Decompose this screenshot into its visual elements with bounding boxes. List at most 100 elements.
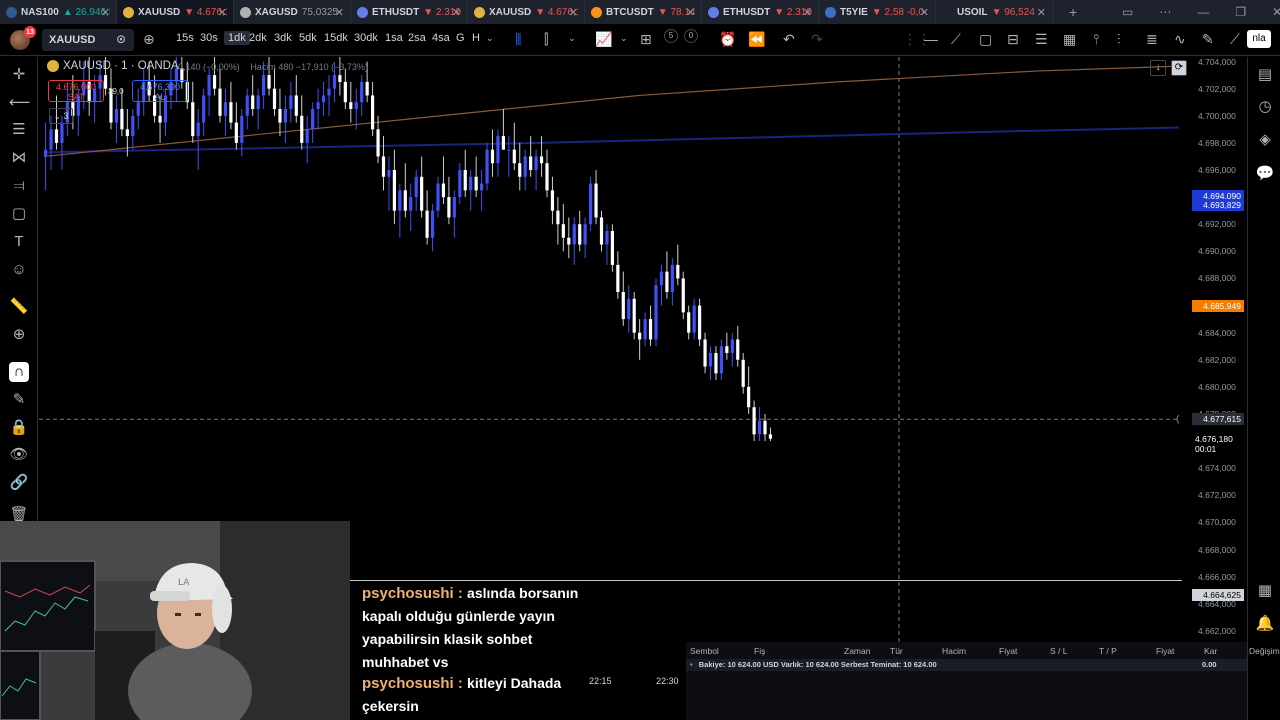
tab-usoil[interactable]: USOIL ▼ 96,524 ✕ bbox=[936, 0, 1053, 24]
timeframe-2dk[interactable]: 2dk bbox=[249, 32, 267, 44]
buy-button[interactable]: 4.676,390 AL bbox=[132, 80, 188, 102]
close-window-icon[interactable]: ✕ bbox=[1272, 5, 1280, 19]
channel-icon[interactable]: ☰ bbox=[1035, 31, 1048, 48]
measure-icon[interactable]: ⟋ bbox=[1230, 31, 1240, 48]
indicators-icon[interactable]: 📈 bbox=[595, 31, 612, 48]
timeframe-1dk[interactable]: 1dk bbox=[224, 31, 250, 45]
chevron-down-icon[interactable]: ⌄ bbox=[486, 33, 494, 44]
brush-icon[interactable]: ✎ bbox=[1202, 31, 1214, 48]
timeframe-15dk[interactable]: 15dk bbox=[324, 32, 348, 44]
draw-lock-icon[interactable]: ✎ bbox=[9, 390, 29, 410]
sell-button[interactable]: 4.676,000 SAT bbox=[48, 80, 104, 102]
more-icon[interactable]: ⋯ bbox=[1159, 5, 1171, 19]
path-icon[interactable]: ∿ bbox=[1174, 31, 1186, 48]
chat-icon[interactable]: 💬 bbox=[1255, 164, 1275, 184]
minimize-icon[interactable]: — bbox=[1197, 5, 1209, 19]
close-tab-icon[interactable]: ✕ bbox=[569, 6, 578, 19]
fib-retracement-icon[interactable]: ⫤ bbox=[9, 176, 29, 196]
timeframe-5dk[interactable]: 5dk bbox=[299, 32, 317, 44]
candles-icon[interactable]: ⫼ bbox=[515, 31, 521, 48]
tab-xauusd[interactable]: XAUUSD▼ 4.676,18✕ bbox=[468, 0, 585, 24]
close-tab-icon[interactable]: ✕ bbox=[335, 6, 344, 19]
zoom-icon[interactable]: ⊕ bbox=[9, 325, 29, 345]
replay-icon[interactable]: ⏪ bbox=[748, 31, 765, 48]
timeframe-G[interactable]: G bbox=[456, 32, 465, 44]
watchlist-icon[interactable]: ▤ bbox=[1255, 65, 1275, 85]
maximize-icon[interactable]: ❐ bbox=[1235, 5, 1246, 19]
tab-nas100[interactable]: NAS100 ▲ 26.946,5 ✕ bbox=[0, 0, 117, 24]
horizontal-lines-icon[interactable]: ☰ bbox=[9, 120, 29, 140]
trade-column-header[interactable]: Kar bbox=[1204, 646, 1217, 656]
trade-column-header[interactable]: Fiyat bbox=[999, 646, 1017, 656]
close-tab-icon[interactable]: ✕ bbox=[452, 6, 461, 19]
tab-ethusdt[interactable]: ETHUSDT ▼ 2.319, ✕ bbox=[702, 0, 819, 24]
trade-column-header[interactable]: Sembol bbox=[690, 646, 719, 656]
trade-column-header[interactable]: Fiyat bbox=[1156, 646, 1174, 656]
symbol-search[interactable]: XAUUSD ⊙ bbox=[42, 29, 134, 51]
trade-column-header[interactable]: S / L bbox=[1050, 646, 1067, 656]
pattern-icon[interactable]: ⋈ bbox=[9, 148, 29, 168]
calendar-icon[interactable]: ▦ bbox=[1255, 581, 1275, 601]
lock-icon[interactable]: 🔒 bbox=[9, 418, 29, 438]
trade-column-header[interactable]: Zaman bbox=[844, 646, 870, 656]
link-icon[interactable]: 🔗 bbox=[9, 473, 29, 493]
tab-t5yie[interactable]: T5YIE ▼ 2,58 -0,0 ✕ bbox=[819, 0, 936, 24]
grid-icon[interactable]: ▦ bbox=[1063, 31, 1076, 48]
close-tab-icon[interactable]: ✕ bbox=[686, 6, 695, 19]
close-tab-icon[interactable]: ✕ bbox=[920, 6, 929, 19]
trend-line-icon[interactable]: ⟵ bbox=[9, 93, 31, 113]
tab-xagusd[interactable]: XAGUSD 75,0325 ✕ bbox=[234, 0, 351, 24]
legend-title[interactable]: XAUUSD · 1 · OANDA bbox=[63, 60, 179, 72]
fib-icon[interactable]: ⊟ bbox=[1007, 31, 1019, 48]
trend-line-icon[interactable]: ⟋ bbox=[951, 31, 961, 48]
compare-icon[interactable]: ⊙ bbox=[116, 32, 126, 46]
close-tab-icon[interactable]: ✕ bbox=[1037, 6, 1046, 19]
trade-column-header[interactable]: Hacim bbox=[942, 646, 966, 656]
bars-style-icon[interactable]: ⫿ bbox=[544, 31, 548, 48]
alert-icon[interactable]: ⏰ bbox=[719, 31, 736, 48]
trade-column-header[interactable]: T / P bbox=[1099, 646, 1117, 656]
chevron-down-icon[interactable]: ⌄ bbox=[620, 33, 628, 44]
timeframe-4sa[interactable]: 4sa bbox=[432, 32, 450, 44]
layouts-icon[interactable]: ⊞ bbox=[640, 31, 652, 48]
text-lines-icon[interactable]: ≣ bbox=[1146, 31, 1158, 48]
tab-btcusdt[interactable]: BTCUSDT▼ 78.141✕ bbox=[585, 0, 702, 24]
emoji-icon[interactable]: ☺ bbox=[9, 260, 29, 280]
notifications-icon[interactable]: 🔔 bbox=[1255, 614, 1275, 634]
timeframe-15s[interactable]: 15s bbox=[176, 32, 194, 44]
timeframe-3dk[interactable]: 3dk bbox=[274, 32, 292, 44]
clock-icon[interactable]: ◷ bbox=[1255, 97, 1275, 117]
layout-icon[interactable]: ▭ bbox=[1122, 5, 1133, 19]
pitchfork-icon[interactable]: ⫶ bbox=[1117, 31, 1121, 48]
redo-icon[interactable]: ↷ bbox=[811, 31, 823, 48]
indicator-toggle[interactable]: ⌄ 3 bbox=[49, 108, 73, 124]
price-axis[interactable]: 4.704,000 4.702,000 4.700,000 4.698,000 4.69… bbox=[1182, 57, 1246, 642]
horizontal-line-icon[interactable]: — bbox=[924, 31, 938, 47]
layout-count-badge[interactable]: 5 bbox=[664, 29, 678, 43]
magnet-icon[interactable]: ∩ bbox=[9, 362, 29, 382]
tab-ethusdt[interactable]: ETHUSDT ▼ 2.319, ✕ bbox=[351, 0, 468, 24]
rectangle-icon[interactable]: ▢ bbox=[979, 31, 992, 48]
chevron-down-icon[interactable]: ⌄ bbox=[568, 33, 576, 44]
scroll-down-icon[interactable]: ↓ bbox=[1150, 60, 1166, 76]
alert-count-badge[interactable]: 0 bbox=[684, 29, 698, 43]
publish-button[interactable]: nla bbox=[1247, 30, 1271, 48]
tab-xauusd[interactable]: XAUUSD▼ 4.676,18✕ bbox=[117, 0, 234, 24]
timeframe-30dk[interactable]: 30dk bbox=[354, 32, 378, 44]
text-tool-icon[interactable]: T bbox=[9, 232, 29, 252]
close-tab-icon[interactable]: ✕ bbox=[101, 6, 110, 19]
timeframe-30s[interactable]: 30s bbox=[200, 32, 218, 44]
timeframe-1sa[interactable]: 1sa bbox=[385, 32, 403, 44]
layers-icon[interactable]: ◈ bbox=[1255, 130, 1275, 150]
add-symbol-icon[interactable]: ⊕ bbox=[143, 31, 155, 48]
crosshair-icon[interactable]: ✛ bbox=[9, 65, 29, 85]
trade-column-header[interactable]: Tür bbox=[890, 646, 903, 656]
rectangle-tool-icon[interactable]: ▢ bbox=[9, 204, 29, 224]
trade-column-header[interactable]: Fiş bbox=[754, 646, 765, 656]
eye-icon[interactable]: 👁 bbox=[9, 445, 29, 465]
add-tab-icon[interactable]: + bbox=[1069, 4, 1077, 20]
close-tab-icon[interactable]: ✕ bbox=[218, 6, 227, 19]
timeframe-2sa[interactable]: 2sa bbox=[408, 32, 426, 44]
vertical-line-icon[interactable]: ⫯ bbox=[1093, 31, 1099, 48]
ruler-icon[interactable]: 📏 bbox=[9, 297, 29, 317]
